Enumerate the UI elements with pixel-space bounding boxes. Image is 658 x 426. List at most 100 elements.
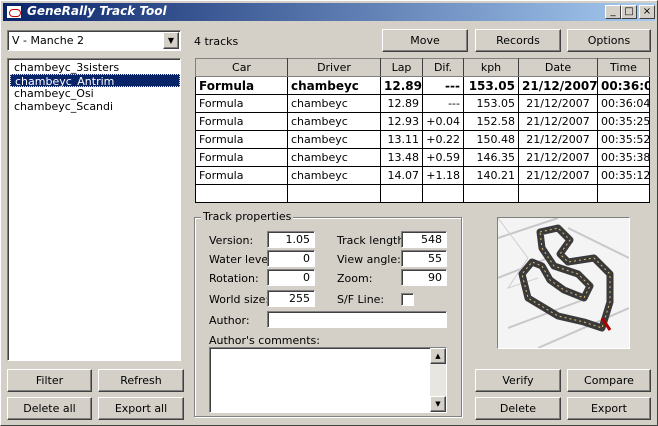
zoom-label: Zoom: xyxy=(337,272,373,285)
scroll-down-icon[interactable]: ▼ xyxy=(430,396,446,412)
table-row[interactable]: Formula chambeyc 13.48 +0.59 146.35 21/12/200… xyxy=(195,148,650,167)
table-cell xyxy=(380,184,423,203)
column-header[interactable]: Lap xyxy=(380,58,423,77)
track-list[interactable]: chambeyc_3sisters chambeyc_Antrim chambeyc… xyxy=(7,58,181,361)
zoom-field[interactable]: 90 xyxy=(401,269,447,286)
table-cell: Formula xyxy=(195,112,288,131)
table-cell: Formula xyxy=(195,76,288,95)
maximize-button[interactable]: □ xyxy=(621,5,637,19)
table-row[interactable]: Formula chambeyc 12.93 +0.04 152.58 21/12/200… xyxy=(195,112,650,131)
sf-line-label: S/F Line: xyxy=(337,293,385,306)
table-cell: Formula xyxy=(195,148,288,167)
main-window: GeneRally Track Tool _ □ × V - Manche 2 … xyxy=(0,0,658,426)
table-cell: 21/12/2007 xyxy=(518,112,598,131)
table-cell xyxy=(422,184,464,203)
view-angle-field[interactable]: 55 xyxy=(401,250,447,267)
table-cell xyxy=(518,184,598,203)
table-cell: 146.35 xyxy=(463,148,519,167)
table-cell: 21/12/2007 xyxy=(518,166,598,185)
close-button[interactable]: × xyxy=(639,5,655,19)
column-header[interactable]: Date xyxy=(518,58,598,77)
championship-value: V - Manche 2 xyxy=(12,34,84,47)
minimize-button[interactable]: _ xyxy=(605,5,621,19)
table-cell: 00:35:25 xyxy=(597,112,650,131)
export-all-button[interactable]: Export all xyxy=(98,397,184,420)
table-cell: 21/12/2007 xyxy=(518,94,598,113)
list-item[interactable]: chambeyc_Scandi xyxy=(10,100,180,113)
table-cell: 153.05 xyxy=(463,76,519,95)
table-cell: 21/12/2007 xyxy=(518,130,598,149)
version-label: Version: xyxy=(209,234,254,247)
track-preview xyxy=(497,217,630,349)
compare-button[interactable]: Compare xyxy=(567,369,651,392)
records-button[interactable]: Records xyxy=(475,29,561,52)
track-properties-group: Track properties Version: 1.05 Water lev… xyxy=(194,210,462,417)
table-cell: chambeyc xyxy=(287,94,381,113)
track-length-field[interactable]: 548 xyxy=(401,231,447,248)
table-row[interactable]: Formula chambeyc 14.07 +1.18 140.21 21/12/200… xyxy=(195,166,650,185)
table-cell: chambeyc xyxy=(287,76,381,95)
author-label: Author: xyxy=(209,314,250,327)
table-row[interactable]: Formula chambeyc 13.11 +0.22 150.48 21/12/200… xyxy=(195,130,650,149)
delete-button[interactable]: Delete xyxy=(475,397,561,420)
table-cell: --- xyxy=(422,94,464,113)
options-button[interactable]: Options xyxy=(567,29,651,52)
table-cell: 140.21 xyxy=(463,166,519,185)
delete-all-button[interactable]: Delete all xyxy=(7,397,92,420)
table-cell: 14.07 xyxy=(380,166,423,185)
author-field[interactable] xyxy=(267,311,447,328)
table-cell: 150.48 xyxy=(463,130,519,149)
scroll-up-icon[interactable]: ▲ xyxy=(430,348,446,364)
list-item[interactable]: chambeyc_3sisters xyxy=(10,61,180,74)
table-cell: Formula xyxy=(195,166,288,185)
export-button[interactable]: Export xyxy=(567,397,651,420)
championship-select[interactable]: V - Manche 2 ▼ xyxy=(7,30,181,51)
water-level-label: Water level: xyxy=(209,253,275,266)
filter-button[interactable]: Filter xyxy=(7,369,92,392)
verify-button[interactable]: Verify xyxy=(475,369,561,392)
title-bar[interactable]: GeneRally Track Tool _ □ × xyxy=(3,3,655,21)
refresh-button[interactable]: Refresh xyxy=(98,369,184,392)
list-item[interactable]: chambeyc_Osi xyxy=(10,87,180,100)
comments-textarea[interactable]: ▲ ▼ xyxy=(209,347,447,413)
table-cell: +0.59 xyxy=(422,148,464,167)
comments-scrollbar[interactable]: ▲ ▼ xyxy=(430,348,446,412)
rotation-label: Rotation: xyxy=(209,272,259,285)
table-cell: chambeyc xyxy=(287,166,381,185)
world-size-field[interactable]: 255 xyxy=(267,290,315,307)
window-title: GeneRally Track Tool xyxy=(27,4,167,18)
column-header[interactable]: Car xyxy=(195,58,288,77)
table-row[interactable] xyxy=(195,184,650,203)
tracks-count: 4 tracks xyxy=(194,35,239,48)
table-row[interactable]: Formula chambeyc 12.89 --- 153.05 21/12/2007 0… xyxy=(195,94,650,113)
move-button[interactable]: Move xyxy=(382,29,468,52)
rotation-field[interactable]: 0 xyxy=(267,269,315,286)
sf-line-checkbox[interactable] xyxy=(401,293,414,306)
table-cell: +0.04 xyxy=(422,112,464,131)
table-cell: 12.89 xyxy=(380,94,423,113)
table-cell xyxy=(287,184,381,203)
column-header[interactable]: Driver xyxy=(287,58,381,77)
water-level-field[interactable]: 0 xyxy=(267,250,315,267)
view-angle-label: View angle: xyxy=(337,253,401,266)
table-cell: --- xyxy=(422,76,464,95)
table-cell: Formula xyxy=(195,130,288,149)
list-item[interactable]: chambeyc_Antrim xyxy=(10,74,180,88)
table-cell: +1.18 xyxy=(422,166,464,185)
generally-icon[interactable] xyxy=(6,5,22,19)
table-cell: 13.48 xyxy=(380,148,423,167)
records-table[interactable]: Car Driver Lap Dif. kph Date Time Formula chamb… xyxy=(195,58,650,203)
chevron-down-icon[interactable]: ▼ xyxy=(163,32,179,49)
version-field[interactable]: 1.05 xyxy=(267,231,315,248)
table-cell: 00:36:04 xyxy=(597,76,650,95)
table-cell: 152.58 xyxy=(463,112,519,131)
world-size-label: World size: xyxy=(209,293,270,306)
column-header[interactable]: Time xyxy=(597,58,650,77)
table-cell: 00:36:04 xyxy=(597,94,650,113)
table-cell: 00:35:12 xyxy=(597,166,650,185)
table-cell: chambeyc xyxy=(287,130,381,149)
table-cell: 153.05 xyxy=(463,94,519,113)
column-header[interactable]: kph xyxy=(463,58,519,77)
best-record-row[interactable]: Formula chambeyc 12.89 --- 153.05 21/12/2007 0… xyxy=(195,76,650,95)
column-header[interactable]: Dif. xyxy=(422,58,464,77)
